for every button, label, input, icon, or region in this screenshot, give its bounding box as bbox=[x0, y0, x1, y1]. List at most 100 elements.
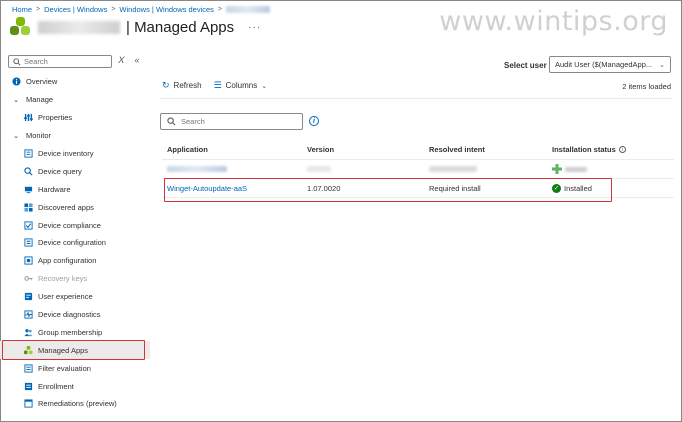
properties-icon bbox=[23, 113, 33, 123]
app-config-icon bbox=[23, 256, 33, 266]
filter-icon bbox=[23, 363, 33, 373]
sidebar-item-label: Device diagnostics bbox=[38, 310, 101, 320]
info-icon bbox=[11, 77, 21, 87]
sidebar-tools: 𝛸 « bbox=[118, 55, 140, 66]
sidebar-group-monitor[interactable]: ⌄ Monitor bbox=[0, 127, 150, 145]
sidebar-item-app-configuration[interactable]: App configuration bbox=[0, 252, 150, 270]
sidebar-item-device-compliance[interactable]: Device compliance bbox=[0, 216, 150, 234]
table-row-redacted[interactable] bbox=[162, 160, 674, 179]
sidebar-search[interactable] bbox=[8, 55, 112, 68]
column-header-application[interactable]: Application bbox=[162, 145, 307, 154]
sidebar-item-enrollment[interactable]: Enrollment bbox=[0, 377, 150, 395]
breadcrumb-device-redacted[interactable] bbox=[226, 6, 270, 13]
column-header-resolved-intent[interactable]: Resolved intent bbox=[429, 145, 552, 154]
sidebar-item-recovery-keys: Recovery keys bbox=[0, 270, 150, 288]
sidebar-nav: Overview ⌄ Manage Properties ⌄ Monitor D… bbox=[0, 73, 150, 413]
sidebar-group-manage[interactable]: ⌄ Manage bbox=[0, 91, 150, 109]
main-search[interactable] bbox=[160, 113, 303, 130]
columns-icon: ☰ bbox=[213, 80, 222, 90]
toolbar: ↻ Refresh ☰ Columns ⌄ bbox=[162, 80, 267, 91]
sidebar-item-label: Filter evaluation bbox=[38, 363, 91, 373]
group-icon bbox=[23, 327, 33, 337]
sidebar-item-device-configuration[interactable]: Device configuration bbox=[0, 234, 150, 252]
version-redacted bbox=[307, 165, 331, 172]
breadcrumb-windows-devices[interactable]: Windows | Windows devices bbox=[119, 5, 213, 14]
user-experience-icon bbox=[23, 292, 33, 302]
column-header-version[interactable]: Version bbox=[307, 145, 429, 154]
column-header-installation-status[interactable]: Installation status i bbox=[552, 145, 674, 154]
highlight-box-sidebar bbox=[2, 340, 145, 360]
sidebar-item-label: Device configuration bbox=[38, 238, 106, 248]
info-icon[interactable]: i bbox=[309, 116, 319, 126]
select-user-label: Select user bbox=[504, 61, 547, 70]
inventory-icon bbox=[23, 149, 33, 159]
sidebar-item-label: Manage bbox=[26, 95, 54, 105]
sidebar-item-filter-evaluation[interactable]: Filter evaluation bbox=[0, 359, 150, 377]
sidebar-item-label: App configuration bbox=[38, 256, 97, 266]
sidebar-item-properties[interactable]: Properties bbox=[0, 109, 150, 127]
search-icon bbox=[13, 57, 21, 66]
sidebar-item-overview[interactable]: Overview bbox=[0, 73, 150, 91]
sidebar-item-hardware[interactable]: Hardware bbox=[0, 180, 150, 198]
sidebar-item-label: Device inventory bbox=[38, 149, 94, 158]
compliance-icon bbox=[23, 220, 33, 230]
sidebar-item-device-query[interactable]: Device query bbox=[0, 162, 150, 180]
pin-icon[interactable]: 𝛸 bbox=[118, 55, 124, 66]
chevron-down-icon: ⌄ bbox=[261, 82, 268, 90]
more-options-icon[interactable]: ··· bbox=[248, 22, 261, 33]
configuration-icon bbox=[23, 238, 33, 248]
columns-label: Columns bbox=[225, 81, 258, 90]
sidebar-item-label: Properties bbox=[38, 113, 73, 123]
breadcrumb-devices-windows[interactable]: Devices | Windows bbox=[44, 5, 107, 14]
main-search-input[interactable] bbox=[181, 117, 291, 126]
refresh-label: Refresh bbox=[173, 81, 202, 90]
page-header: | Managed Apps ··· bbox=[10, 17, 261, 37]
application-name-redacted[interactable] bbox=[167, 165, 227, 172]
sidebar-item-label: Group membership bbox=[38, 327, 103, 337]
sidebar-item-label: Discovered apps bbox=[38, 202, 94, 212]
breadcrumb: Home > Devices | Windows > Windows | Win… bbox=[12, 5, 270, 14]
breadcrumb-home[interactable]: Home bbox=[12, 5, 32, 14]
sidebar-item-label: Monitor bbox=[26, 131, 52, 141]
watermark: www.wintips.org bbox=[439, 6, 668, 37]
key-icon bbox=[23, 274, 33, 284]
hardware-icon bbox=[23, 184, 33, 194]
refresh-icon: ↻ bbox=[162, 80, 170, 90]
sidebar-item-label: User experience bbox=[38, 292, 93, 302]
sidebar-item-device-inventory[interactable]: Device inventory bbox=[0, 145, 150, 163]
breadcrumb-separator-icon: > bbox=[36, 6, 41, 13]
column-header-label: Installation status bbox=[552, 145, 616, 154]
search-icon bbox=[167, 117, 176, 126]
intent-redacted bbox=[429, 165, 477, 172]
sidebar-item-label: Device compliance bbox=[38, 220, 101, 230]
apps-icon bbox=[23, 202, 33, 212]
highlight-box-row bbox=[164, 178, 612, 202]
info-icon[interactable]: i bbox=[618, 146, 626, 153]
sidebar-item-discovered-apps[interactable]: Discovered apps bbox=[0, 198, 150, 216]
table-header: Application Version Resolved intent Inst… bbox=[162, 140, 674, 160]
sidebar-item-user-experience[interactable]: User experience bbox=[0, 288, 150, 306]
refresh-button[interactable]: ↻ Refresh bbox=[162, 80, 202, 91]
items-loaded-count: 2 items loaded bbox=[622, 82, 671, 91]
query-icon bbox=[23, 166, 33, 176]
sidebar-item-device-diagnostics[interactable]: Device diagnostics bbox=[0, 306, 150, 324]
enrollment-icon bbox=[23, 381, 33, 391]
select-user-dropdown[interactable]: Audit User ($(ManagedApp... ⌄ bbox=[549, 56, 671, 73]
status-redacted bbox=[565, 166, 587, 172]
sidebar-search-input[interactable] bbox=[24, 57, 104, 66]
sidebar-item-label: Recovery keys bbox=[38, 274, 88, 284]
plus-icon bbox=[552, 164, 562, 174]
managed-apps-icon bbox=[10, 17, 32, 37]
breadcrumb-separator-icon: > bbox=[111, 6, 116, 13]
columns-button[interactable]: ☰ Columns ⌄ bbox=[214, 80, 268, 91]
sidebar-item-label: Overview bbox=[26, 77, 58, 87]
sidebar-item-label: Enrollment bbox=[38, 381, 74, 391]
breadcrumb-separator-icon: > bbox=[217, 6, 222, 13]
collapse-icon[interactable]: « bbox=[134, 55, 139, 66]
sidebar-item-label: Remediations (preview) bbox=[38, 399, 117, 409]
sidebar-item-remediations[interactable]: Remediations (preview) bbox=[0, 395, 150, 413]
chevron-down-icon: ⌄ bbox=[659, 61, 665, 69]
diagnostics-icon bbox=[23, 310, 33, 320]
sidebar-item-group-membership[interactable]: Group membership bbox=[0, 323, 150, 341]
sidebar-item-label: Device query bbox=[38, 166, 82, 176]
